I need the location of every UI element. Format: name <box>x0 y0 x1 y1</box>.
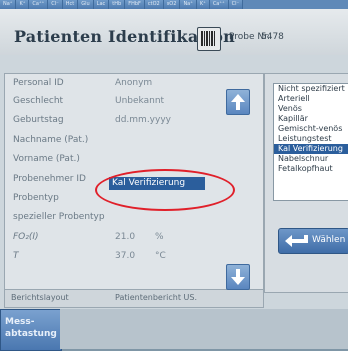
mess-label-line1: Mess- <box>5 317 35 327</box>
field-label: Probentyp <box>13 193 59 203</box>
field-value: 21.0 <box>115 232 136 242</box>
arrow-up-icon <box>231 94 245 110</box>
berichtslayout-label: Berichtslayout <box>11 293 69 302</box>
parameter-tab[interactable]: ctO2 <box>144 0 164 9</box>
sample-type-list[interactable]: Nicht spezifiziert Arteriell Venös Kapillär… <box>273 83 348 201</box>
parameter-tab[interactable]: Na⁺ <box>0 0 17 9</box>
waehlen-button[interactable]: Wählen <box>278 228 348 254</box>
field-value: Anonym <box>115 78 153 88</box>
parameter-tab[interactable]: Glu <box>78 0 94 9</box>
field-label: Probenehmer ID <box>13 174 86 184</box>
parameter-tab[interactable]: FHbF <box>125 0 145 9</box>
sample-type-item[interactable]: Gemischt-venös <box>274 124 348 134</box>
screen: Patienten Identifikation Probe Nr. 5478 … <box>0 9 348 351</box>
berichtslayout-row[interactable]: Berichtslayout Patientenbericht US. <box>4 289 264 308</box>
field-label: Nachname (Pat.) <box>13 135 89 145</box>
probe-number-value: 5478 <box>261 32 284 42</box>
scroll-up-button[interactable] <box>226 89 250 115</box>
scroll-down-button[interactable] <box>226 264 250 290</box>
sample-type-item[interactable]: Nabelschnur <box>274 154 348 164</box>
parameter-tab-strip: Na⁺ K⁺ Ca⁺⁺ Cl⁻ Hct Glu Lac tHb FHbF ctO2 sO2 Na⁺ K⁺… <box>0 0 348 9</box>
sample-type-item[interactable]: Leistungstest <box>274 134 348 144</box>
field-value: Unbekannt <box>115 96 165 106</box>
enter-arrow-icon <box>285 235 308 247</box>
parameter-tab[interactable]: Cl⁻ <box>48 0 63 9</box>
parameter-tab[interactable]: Ca⁺⁺ <box>29 0 49 9</box>
field-label: Geburtstag <box>13 115 64 125</box>
parameter-tab[interactable]: K⁺ <box>196 0 210 9</box>
header: Patienten Identifikation Probe Nr. 5478 <box>0 9 348 55</box>
parameter-tab[interactable]: K⁺ <box>16 0 30 9</box>
sample-type-item[interactable]: Venös <box>274 104 348 114</box>
field-label: T <box>13 251 19 261</box>
berichtslayout-value: Patientenbericht US. <box>115 293 197 302</box>
messabtastung-button[interactable]: Mess- abtastung <box>0 309 62 351</box>
field-value: 37.0 <box>115 251 136 261</box>
sample-type-item[interactable]: Fetalkopfhaut <box>274 164 348 174</box>
sample-type-item[interactable]: Arteriell <box>274 94 348 104</box>
bottom-bar <box>60 309 348 349</box>
field-label: Personal ID <box>13 78 64 88</box>
field-label: FO₂(I) <box>13 232 39 242</box>
field-value: dd.mm.yyyy <box>115 115 171 125</box>
annotation-circle <box>95 169 235 211</box>
field-label: Vorname (Pat.) <box>13 154 80 164</box>
parameter-tab[interactable]: Na⁺ <box>180 0 197 9</box>
sample-type-item[interactable]: Kapillär <box>274 114 348 124</box>
parameter-tab[interactable]: Hct <box>62 0 79 9</box>
field-unit: °C <box>155 251 166 261</box>
mess-label-line2: abtastung <box>5 329 57 339</box>
parameter-tab[interactable]: sO2 <box>163 0 181 9</box>
parameter-tab[interactable]: Cl⁻ <box>228 0 244 9</box>
parameter-tab[interactable]: Ca⁺⁺ <box>209 0 229 9</box>
field-label: Geschlecht <box>13 96 64 106</box>
arrow-down-icon <box>231 269 245 285</box>
field-unit: % <box>155 232 164 242</box>
sample-type-item[interactable]: Nicht spezifiziert <box>274 84 348 94</box>
field-label: spezieller Probentyp <box>13 212 105 222</box>
parameter-tab[interactable]: tHb <box>109 0 126 9</box>
sample-type-item[interactable]: Kal Verifizierung <box>274 144 348 154</box>
barcode-icon[interactable] <box>197 27 221 51</box>
parameter-tab[interactable]: Lac <box>93 0 110 9</box>
waehlen-label: Wählen <box>312 235 346 245</box>
